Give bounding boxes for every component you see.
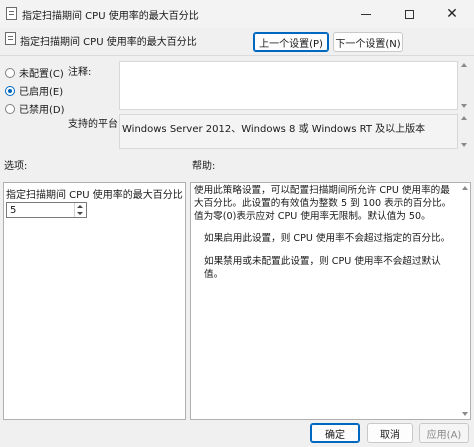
policy-setting-icon [5, 32, 16, 45]
apply-button[interactable]: 应用(A) [419, 423, 469, 443]
next-setting-button[interactable]: 下一个设置(N) [333, 32, 403, 52]
cancel-button[interactable]: 取消 [367, 423, 413, 443]
setting-title: 指定扫描期间 CPU 使用率的最大百分比 [20, 37, 197, 48]
radio-disabled-circle[interactable] [5, 103, 15, 114]
supported-platforms-value: Windows Server 2012、Windows 8 或 Windows … [122, 124, 426, 135]
minimize-icon [361, 13, 371, 15]
help-paragraph-1: 使用此策略设置，可以配置扫描期间所允许 CPU 使用率的最大百分比。此设置的有效… [194, 185, 452, 222]
close-button[interactable]: ✕ [432, 0, 472, 28]
help-section-label: 帮助: [192, 161, 216, 172]
scroll-down-arrow-icon[interactable] [461, 143, 467, 147]
scroll-down-arrow-icon[interactable] [461, 104, 467, 108]
help-paragraph-2: 如果启用此设置，则 CPU 使用率不会超过指定的百分比。 [204, 233, 451, 244]
close-icon: ✕ [446, 6, 458, 22]
scroll-down-arrow-icon[interactable] [462, 412, 468, 416]
radio-enabled-label: 已启用(E) [19, 87, 64, 98]
stepper-down-arrow-icon[interactable] [77, 212, 83, 215]
radio-not-configured[interactable]: 未配置(C) [5, 65, 64, 80]
comment-label: 注释: [68, 67, 92, 78]
help-scrollbar[interactable] [461, 183, 470, 419]
radio-enabled-circle[interactable] [5, 85, 15, 96]
radio-not-configured-label: 未配置(C) [19, 69, 64, 80]
cpu-percentage-value[interactable]: 5 [10, 205, 16, 216]
options-section-label: 选项: [4, 161, 28, 172]
maximize-button[interactable] [389, 0, 429, 28]
ok-button[interactable]: 确定 [310, 423, 360, 443]
supported-platforms-scrollbar[interactable] [460, 114, 469, 149]
supported-platforms-label: 支持的平台: [68, 119, 122, 130]
previous-setting-button[interactable]: 上一个设置(P) [253, 32, 329, 52]
cpu-percentage-stepper[interactable]: 5 [6, 202, 87, 218]
stepper-buttons[interactable] [74, 203, 86, 217]
radio-not-configured-circle[interactable] [5, 67, 15, 78]
policy-app-icon [6, 7, 17, 20]
title-bar: 指定扫描期间 CPU 使用率的最大百分比 ✕ [0, 0, 474, 28]
radio-enabled[interactable]: 已启用(E) [5, 83, 63, 98]
window-title: 指定扫描期间 CPU 使用率的最大百分比 [22, 11, 199, 22]
radio-disabled[interactable]: 已禁用(D) [5, 101, 65, 116]
comment-textarea[interactable] [119, 61, 458, 110]
minimize-button[interactable] [346, 0, 386, 28]
help-paragraph-3: 如果禁用或未配置此设置，则 CPU 使用率不会超过默认值。 [204, 256, 441, 280]
header-divider [0, 55, 474, 56]
scroll-up-arrow-icon[interactable] [461, 63, 467, 67]
stepper-up-arrow-icon[interactable] [77, 205, 83, 208]
cpu-percentage-label: 指定扫描期间 CPU 使用率的最大百分比 [6, 190, 183, 201]
comment-scrollbar[interactable] [460, 61, 469, 110]
maximize-icon [404, 9, 414, 19]
scroll-up-arrow-icon[interactable] [462, 186, 468, 190]
radio-disabled-label: 已禁用(D) [19, 105, 65, 116]
scroll-up-arrow-icon[interactable] [461, 116, 467, 120]
